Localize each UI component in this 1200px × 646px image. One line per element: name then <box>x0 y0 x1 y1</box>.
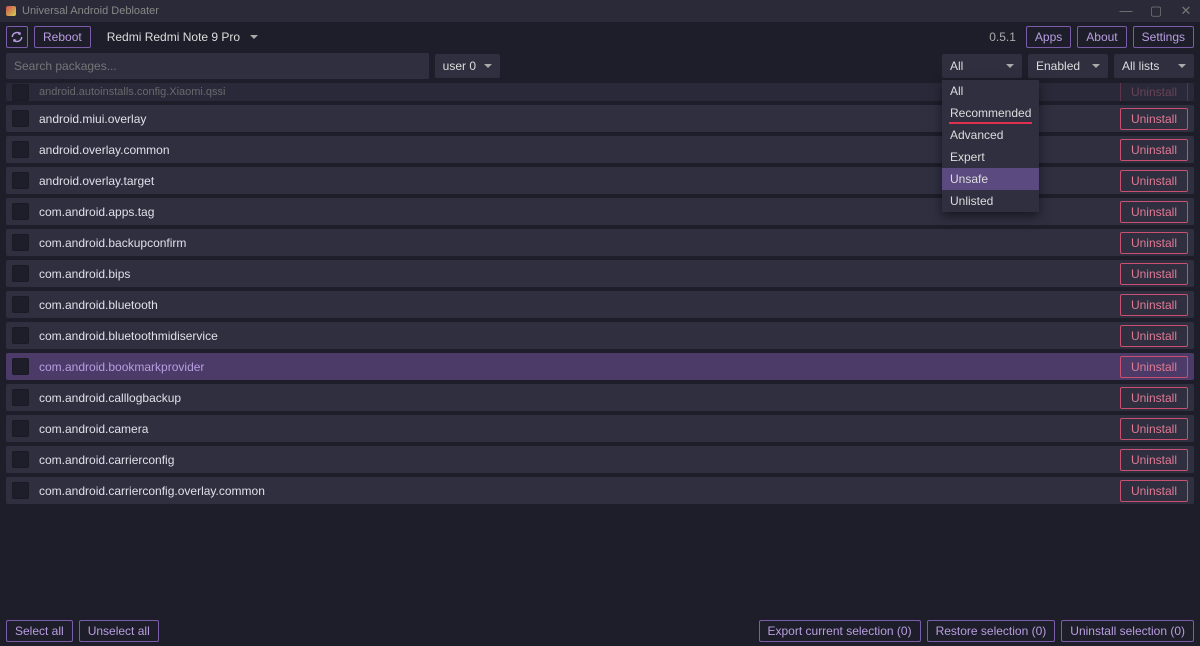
package-checkbox[interactable] <box>12 389 29 406</box>
uninstall-button[interactable]: Uninstall <box>1120 139 1188 161</box>
package-row[interactable]: com.android.carrierconfig.overlay.common… <box>6 477 1194 504</box>
chevron-down-icon <box>1092 64 1100 68</box>
filter-option-advanced[interactable]: Advanced <box>942 124 1039 146</box>
filter-state-label: Enabled <box>1036 59 1080 73</box>
user-dropdown[interactable]: user 0 <box>435 54 500 78</box>
package-checkbox[interactable] <box>12 110 29 127</box>
package-name: com.android.bluetooth <box>39 298 1110 312</box>
window-title: Universal Android Debloater <box>22 5 159 17</box>
filter-option-unsafe[interactable]: Unsafe <box>942 168 1039 190</box>
uninstall-button[interactable]: Uninstall <box>1120 170 1188 192</box>
package-checkbox[interactable] <box>12 451 29 468</box>
bottom-bar: Select all Unselect all Export current s… <box>0 616 1200 646</box>
refresh-button[interactable] <box>6 26 28 48</box>
window-titlebar: Universal Android Debloater — ▢ ✕ <box>0 0 1200 22</box>
unselect-all-button[interactable]: Unselect all <box>79 620 159 642</box>
package-row[interactable]: com.android.calllogbackup Uninstall <box>6 384 1194 411</box>
package-checkbox[interactable] <box>12 358 29 375</box>
uninstall-button[interactable]: Uninstall <box>1120 294 1188 316</box>
filter-option-all[interactable]: All <box>942 80 1039 102</box>
main-toolbar: Reboot Redmi Redmi Note 9 Pro 0.5.1 Apps… <box>0 22 1200 52</box>
package-checkbox[interactable] <box>12 482 29 499</box>
uninstall-button[interactable]: Uninstall <box>1120 356 1188 378</box>
package-name: com.android.bookmarkprovider <box>39 360 1110 374</box>
close-button[interactable]: ✕ <box>1178 3 1194 19</box>
settings-button[interactable]: Settings <box>1133 26 1194 48</box>
package-checkbox[interactable] <box>12 420 29 437</box>
uninstall-button[interactable]: Uninstall <box>1120 201 1188 223</box>
package-row[interactable]: com.android.bluetoothmidiservice Uninstal… <box>6 322 1194 349</box>
apps-button[interactable]: Apps <box>1026 26 1071 48</box>
package-checkbox[interactable] <box>12 203 29 220</box>
device-selector[interactable]: Redmi Redmi Note 9 Pro <box>97 27 268 47</box>
package-name: com.android.backupconfirm <box>39 236 1110 250</box>
package-checkbox[interactable] <box>12 141 29 158</box>
package-row[interactable]: com.android.bips Uninstall <box>6 260 1194 287</box>
uninstall-button[interactable]: Uninstall <box>1120 232 1188 254</box>
app-icon <box>6 6 16 16</box>
uninstall-button[interactable]: Uninstall <box>1120 325 1188 347</box>
uninstall-button[interactable]: Uninstall <box>1120 418 1188 440</box>
filter-category-menu: All Recommended Advanced Expert Unsafe U… <box>942 80 1039 212</box>
export-selection-button[interactable]: Export current selection (0) <box>759 620 921 642</box>
device-selector-label: Redmi Redmi Note 9 Pro <box>107 30 240 44</box>
version-label: 0.5.1 <box>989 30 1016 44</box>
package-row[interactable]: com.android.backupconfirm Uninstall <box>6 229 1194 256</box>
chevron-down-icon <box>250 35 258 39</box>
uninstall-button[interactable]: Uninstall <box>1120 480 1188 502</box>
uninstall-button[interactable]: Uninstall <box>1120 108 1188 130</box>
reboot-button[interactable]: Reboot <box>34 26 91 48</box>
uninstall-selection-button[interactable]: Uninstall selection (0) <box>1061 620 1194 642</box>
package-name: com.android.bluetoothmidiservice <box>39 329 1110 343</box>
package-checkbox[interactable] <box>12 265 29 282</box>
select-all-button[interactable]: Select all <box>6 620 73 642</box>
filter-state-dropdown[interactable]: Enabled <box>1028 54 1108 78</box>
package-name: com.android.bips <box>39 267 1110 281</box>
package-row[interactable]: com.android.bluetooth Uninstall <box>6 291 1194 318</box>
package-name: com.android.camera <box>39 422 1110 436</box>
user-dropdown-label: user 0 <box>443 59 476 73</box>
package-row[interactable]: com.android.bookmarkprovider Uninstall <box>6 353 1194 380</box>
chevron-down-icon <box>1006 64 1014 68</box>
filter-bar: user 0 All All Recommended Advanced Expe… <box>0 52 1200 80</box>
about-button[interactable]: About <box>1077 26 1126 48</box>
restore-selection-button[interactable]: Restore selection (0) <box>927 620 1056 642</box>
uninstall-button[interactable]: Uninstall <box>1120 263 1188 285</box>
minimize-button[interactable]: — <box>1118 3 1134 19</box>
filter-category-dropdown[interactable]: All All Recommended Advanced Expert Unsa… <box>942 54 1022 78</box>
package-row[interactable]: com.android.camera Uninstall <box>6 415 1194 442</box>
chevron-down-icon <box>484 64 492 68</box>
filter-option-unlisted[interactable]: Unlisted <box>942 190 1039 212</box>
maximize-button[interactable]: ▢ <box>1148 3 1164 19</box>
filter-list-label: All lists <box>1122 59 1159 73</box>
package-checkbox[interactable] <box>12 296 29 313</box>
package-checkbox[interactable] <box>12 327 29 344</box>
package-checkbox[interactable] <box>12 84 29 101</box>
package-name: com.android.carrierconfig.overlay.common <box>39 484 1110 498</box>
package-row[interactable]: com.android.carrierconfig Uninstall <box>6 446 1194 473</box>
filter-list-dropdown[interactable]: All lists <box>1114 54 1194 78</box>
uninstall-button[interactable]: Uninstall <box>1120 83 1188 101</box>
package-checkbox[interactable] <box>12 172 29 189</box>
filter-option-recommended[interactable]: Recommended <box>942 102 1039 124</box>
filter-category-label: All <box>950 59 963 73</box>
package-checkbox[interactable] <box>12 234 29 251</box>
chevron-down-icon <box>1178 64 1186 68</box>
filter-option-expert[interactable]: Expert <box>942 146 1039 168</box>
refresh-icon <box>10 30 24 44</box>
uninstall-button[interactable]: Uninstall <box>1120 387 1188 409</box>
package-name: com.android.carrierconfig <box>39 453 1110 467</box>
uninstall-button[interactable]: Uninstall <box>1120 449 1188 471</box>
search-input[interactable] <box>6 53 429 79</box>
package-name: com.android.calllogbackup <box>39 391 1110 405</box>
